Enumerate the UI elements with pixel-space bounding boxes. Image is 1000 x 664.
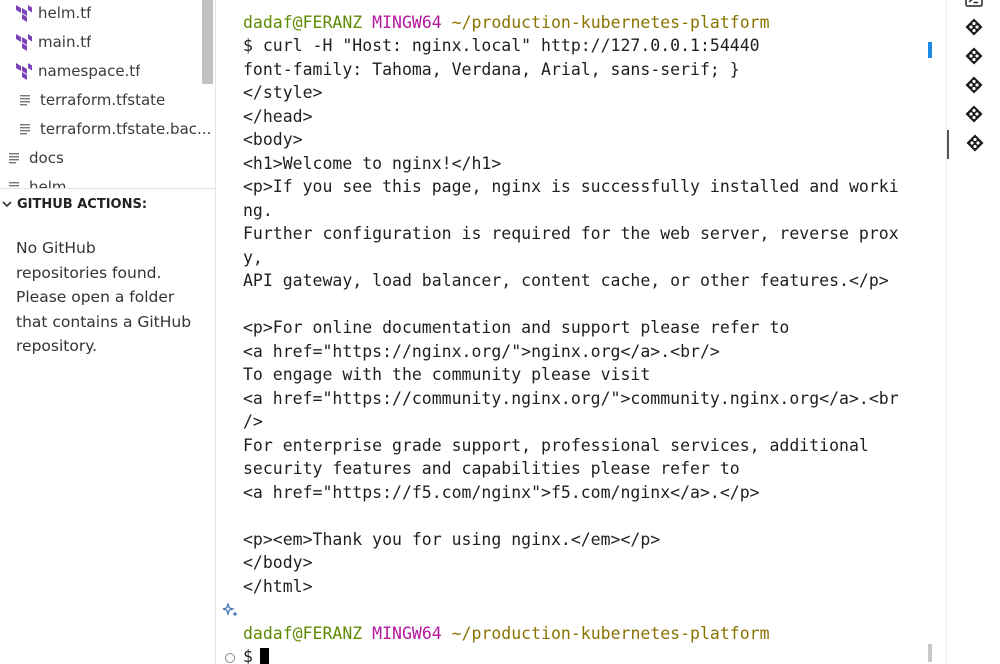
output-line: ng. bbox=[243, 200, 273, 220]
output-line: </head> bbox=[243, 106, 313, 126]
scrollbar-marker bbox=[928, 42, 932, 58]
output-line: <a href="https://f5.com/nginx">f5.com/ng… bbox=[243, 482, 760, 502]
tree-item-helm[interactable]: helm bbox=[5, 172, 205, 188]
tree-item-label: main.tf bbox=[38, 32, 92, 51]
terminal-tab-active[interactable] bbox=[947, 130, 1000, 159]
terminal-tabs-rail bbox=[946, 0, 1000, 664]
file-lines-icon bbox=[5, 178, 23, 188]
output-line: <a href="https://nginx.org/">nginx.org</… bbox=[243, 341, 720, 361]
command-decoration-sparkle-icon[interactable] bbox=[221, 602, 239, 619]
output-line: For enterprise grade support, profession… bbox=[243, 435, 869, 455]
output-line: y, bbox=[243, 247, 263, 267]
message-line: Please open a folder bbox=[16, 288, 175, 306]
output-line: </body> bbox=[243, 553, 313, 572]
github-actions-empty-message: No GitHub repositories found. Please ope… bbox=[16, 236, 206, 359]
terraform-icon bbox=[14, 33, 32, 51]
explorer-file-tree: helm.tf main.tf namespace.tf terraform.t… bbox=[0, 0, 216, 188]
terminal-tab[interactable] bbox=[947, 101, 1000, 130]
output-line: API gateway, load balancer, content cach… bbox=[243, 271, 889, 290]
terminal-output[interactable]: dadaf@FERANZ MINGW64 ~/production-kubern… bbox=[243, 11, 923, 664]
scrollbar-thumb[interactable] bbox=[928, 644, 932, 662]
terminal-cursor bbox=[259, 648, 269, 664]
github-actions-header[interactable]: GITHUB ACTIONS: bbox=[0, 193, 147, 215]
prompt-env: MINGW64 bbox=[372, 623, 442, 643]
git-bash-icon bbox=[964, 75, 984, 99]
output-line: </html> bbox=[243, 576, 313, 596]
github-actions-section: GITHUB ACTIONS: No GitHub repositories f… bbox=[0, 188, 216, 664]
output-line: <body> bbox=[243, 130, 303, 149]
tree-item-main-tf[interactable]: main.tf bbox=[14, 27, 214, 56]
terminal-tab[interactable] bbox=[947, 43, 1000, 72]
tree-item-label: terraform.tfstate.bac... bbox=[40, 119, 212, 138]
output-line: security features and capabilities pleas… bbox=[243, 459, 740, 478]
output-line: /> bbox=[243, 412, 263, 431]
tree-item-label: helm bbox=[29, 177, 67, 189]
file-lines-icon bbox=[16, 120, 34, 138]
tree-item-docs[interactable]: docs bbox=[5, 143, 205, 172]
output-line: To engage with the community please visi… bbox=[243, 365, 651, 384]
output-line: Further configuration is required for th… bbox=[243, 224, 899, 243]
command-line: $ curl -H "Host: nginx.local" http://127… bbox=[243, 36, 760, 55]
tree-item-terraform-tfstate-backup[interactable]: terraform.tfstate.bac... bbox=[16, 114, 216, 143]
output-line: <p>If you see this page, nginx is succes… bbox=[243, 177, 899, 196]
github-actions-title: GITHUB ACTIONS: bbox=[17, 196, 148, 212]
input-line[interactable]: $ bbox=[243, 645, 923, 664]
file-lines-icon bbox=[5, 149, 23, 167]
output-line: <h1>Welcome to nginx!</h1> bbox=[243, 153, 502, 173]
tree-item-label: docs bbox=[29, 148, 64, 167]
prompt-path: ~/production-kubernetes-platform bbox=[451, 12, 770, 32]
terminal-tab[interactable] bbox=[947, 14, 1000, 43]
tree-item-label: helm.tf bbox=[38, 3, 92, 22]
prompt-path: ~/production-kubernetes-platform bbox=[451, 623, 770, 643]
output-line: font-family: Tahoma, Verdana, Arial, san… bbox=[243, 59, 740, 79]
file-lines-icon bbox=[16, 91, 34, 109]
git-bash-icon bbox=[965, 133, 985, 157]
message-line: No GitHub bbox=[16, 239, 96, 257]
tree-item-label: terraform.tfstate bbox=[40, 90, 166, 109]
input-prefix: $ bbox=[243, 647, 253, 664]
terraform-icon bbox=[14, 4, 32, 22]
tree-item-terraform-tfstate[interactable]: terraform.tfstate bbox=[16, 85, 216, 114]
tree-item-helm-tf[interactable]: helm.tf bbox=[14, 0, 214, 27]
message-line: repositories found. bbox=[16, 263, 162, 282]
terminal-panel[interactable]: dadaf@FERANZ MINGW64 ~/production-kubern… bbox=[216, 0, 928, 664]
message-line: that contains a GitHub bbox=[16, 312, 192, 331]
terminal-scrollbar[interactable] bbox=[926, 0, 934, 664]
prompt-line: dadaf@FERANZ MINGW64 ~/production-kubern… bbox=[243, 622, 923, 646]
prompt-env: MINGW64 bbox=[372, 12, 442, 32]
sidebar: helm.tf main.tf namespace.tf terraform.t… bbox=[0, 0, 216, 664]
terminal-icon bbox=[964, 0, 984, 13]
output-line: <p><em>Thank you for using nginx.</em></… bbox=[243, 529, 661, 549]
terminal-tab[interactable] bbox=[947, 0, 1000, 15]
prompt-line: dadaf@FERANZ MINGW64 ~/production-kubern… bbox=[243, 11, 923, 35]
git-bash-icon bbox=[964, 17, 984, 41]
output-line: <p>For online documentation and support … bbox=[243, 318, 790, 337]
git-bash-icon bbox=[964, 46, 984, 70]
terraform-icon bbox=[14, 62, 32, 80]
output-line: <a href="https://community.nginx.org/">c… bbox=[243, 388, 899, 408]
terminal-tab[interactable] bbox=[947, 72, 1000, 101]
prompt-user-host: dadaf@FERANZ bbox=[243, 12, 363, 32]
message-line: repository. bbox=[16, 337, 98, 355]
prompt-user-host: dadaf@FERANZ bbox=[243, 623, 363, 643]
explorer-scrollbar-thumb[interactable] bbox=[202, 0, 213, 84]
git-bash-icon bbox=[964, 104, 984, 128]
chevron-down-icon bbox=[0, 197, 14, 211]
command-decoration-circle-icon[interactable] bbox=[225, 653, 235, 663]
tree-item-label: namespace.tf bbox=[38, 61, 141, 80]
output-line: </style> bbox=[243, 83, 323, 102]
tree-item-namespace-tf[interactable]: namespace.tf bbox=[14, 56, 214, 85]
